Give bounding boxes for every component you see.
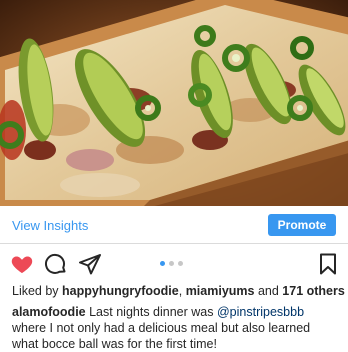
liker-username[interactable]: happyhungryfoodie [62,284,179,298]
view-insights-link[interactable]: View Insights [12,218,88,233]
action-bar [0,248,348,280]
bookmark-icon[interactable] [316,252,340,276]
insights-bar: View Insights Promote [0,206,348,244]
pizza-illustration [0,0,348,206]
caption-text: Last nights dinner was [89,305,214,319]
comment-icon[interactable] [44,252,68,276]
post-photo[interactable] [0,0,348,206]
liker-username[interactable]: miamiyums [186,284,255,298]
carousel-dot [178,261,183,266]
caption-username[interactable]: alamofoodie [12,305,86,319]
likes-others-link[interactable]: 171 others [282,284,345,298]
heart-filled-icon[interactable] [10,252,34,276]
carousel-indicator [160,261,183,266]
caption-text: where I not only had a delicious meal bu… [12,321,311,351]
carousel-dot [160,261,165,266]
post-caption: alamofoodie Last nights dinner was @pins… [12,304,338,352]
likes-summary: Liked by happyhungryfoodie, miamiyums an… [12,284,345,298]
promote-button[interactable]: Promote [268,214,336,236]
likes-separator: , [178,284,183,298]
share-icon[interactable] [78,252,102,276]
carousel-dot [169,261,174,266]
likes-prefix: Liked by [12,284,59,298]
likes-and: and [257,284,279,298]
caption-mention[interactable]: @pinstripesbbb [217,305,304,319]
